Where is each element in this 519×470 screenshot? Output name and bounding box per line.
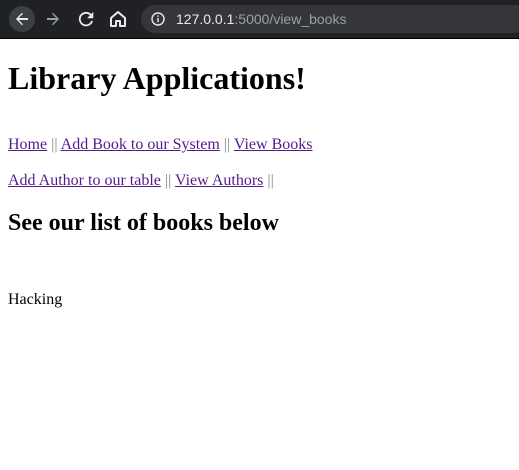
- toolbar-divider: [0, 38, 519, 39]
- nav-row-2: Add Author to our table || View Authors …: [8, 172, 274, 190]
- url-host: 127.0.0.1: [176, 11, 235, 27]
- view-books-link[interactable]: View Books: [234, 136, 313, 153]
- forward-button[interactable]: [40, 6, 66, 32]
- arrow-left-icon: [16, 12, 28, 26]
- url-path: :5000/view_books: [234, 11, 347, 27]
- add-book-link[interactable]: Add Book to our System: [61, 136, 220, 153]
- reload-button[interactable]: [73, 6, 99, 32]
- nav-separator: ||: [267, 172, 274, 189]
- url-text: 127.0.0.1:5000/view_books: [176, 11, 346, 27]
- info-icon: [151, 12, 165, 26]
- home-icon: [110, 11, 126, 27]
- nav-separator: ||: [164, 172, 172, 189]
- page-title: Library Applications!: [8, 60, 306, 96]
- add-author-link[interactable]: Add Author to our table: [8, 172, 161, 189]
- reload-icon: [78, 11, 94, 27]
- home-button[interactable]: [105, 6, 131, 32]
- nav-row-1: Home || Add Book to our System || View B…: [8, 136, 312, 154]
- nav-separator: ||: [51, 136, 58, 153]
- browser-toolbar: 127.0.0.1:5000/view_books: [0, 0, 519, 38]
- book-list: Hacking: [8, 291, 62, 309]
- back-button[interactable]: [9, 6, 35, 32]
- arrow-right-icon: [47, 12, 59, 26]
- books-heading: See our list of books below: [8, 210, 279, 236]
- home-link[interactable]: Home: [8, 136, 47, 153]
- book-item: Hacking: [8, 291, 63, 308]
- address-bar[interactable]: 127.0.0.1:5000/view_books: [141, 5, 519, 33]
- nav-separator: ||: [223, 136, 231, 153]
- view-authors-link[interactable]: View Authors: [175, 172, 263, 189]
